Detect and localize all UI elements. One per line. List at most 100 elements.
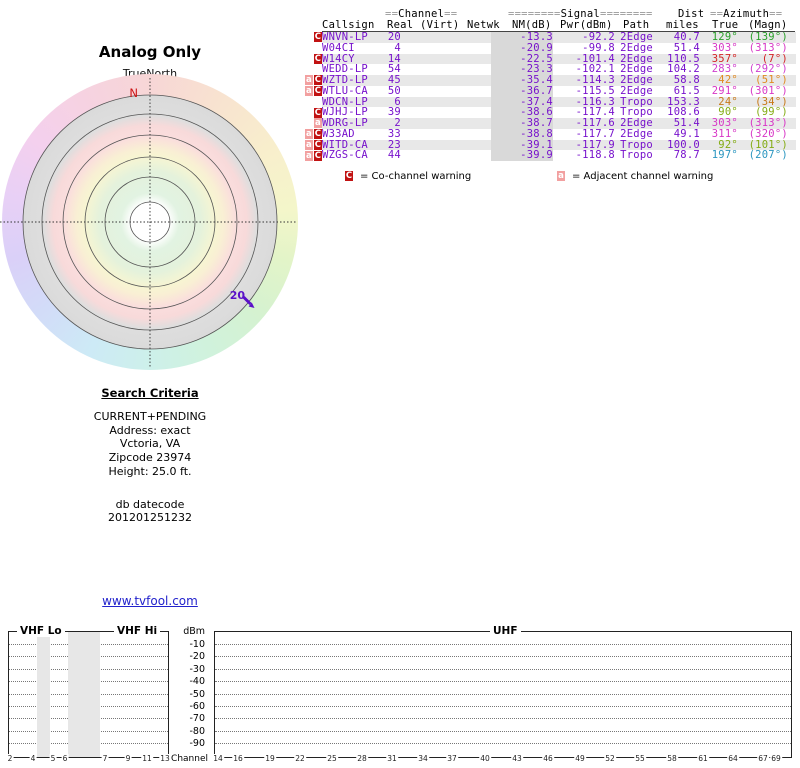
y-tick: -40 xyxy=(189,676,205,688)
adjacent-warning-badge: a xyxy=(305,86,313,97)
col-real: Real xyxy=(387,19,414,31)
power: -117.7 xyxy=(575,127,615,140)
table-row[interactable]: W04CI 4 -20.9 -99.8 2Edge 51.4 303° (313°) xyxy=(305,41,800,54)
uhf-channel-tick: 43 xyxy=(511,754,523,763)
col-nm: NM(dB) xyxy=(512,19,552,31)
uhf-panel xyxy=(214,631,792,758)
distance-miles: 61.5 xyxy=(673,84,700,97)
cochannel-warning-badge: C xyxy=(314,86,322,97)
azimuth-magnetic: (320°) xyxy=(748,127,788,140)
gridline xyxy=(215,668,791,670)
uhf-channel-tick: 61 xyxy=(697,754,709,763)
adjacent-warning-badge: a xyxy=(305,139,313,150)
cochannel-warning-badge: C xyxy=(314,150,322,161)
path: 2Edge xyxy=(620,84,653,97)
uhf-channel-tick: 64 xyxy=(727,754,739,763)
vhf-channel-tick: 11 xyxy=(141,754,153,763)
uhf-channel-tick: 31 xyxy=(386,754,398,763)
radar-overlay: N 20 xyxy=(0,78,297,368)
y-tick: -20 xyxy=(189,651,205,663)
tvfool-link[interactable]: www.tvfool.com xyxy=(102,594,198,608)
cochannel-legend-text: = Co-channel warning xyxy=(360,171,472,182)
table-row[interactable]: aC W33AD 33 -38.8 -117.7 2Edge 49.1 311° (320°) xyxy=(305,127,800,140)
footer: www.tvfool.com xyxy=(0,590,300,609)
search-line-address: Address: exact xyxy=(109,423,191,437)
real-channel: 33 xyxy=(387,127,401,140)
uhf-channel-tick: 28 xyxy=(356,754,368,763)
dbm-axis-label: dBm xyxy=(183,626,205,637)
col-pwr: Pwr(dBm) xyxy=(560,19,613,31)
azimuth-magnetic: (313°) xyxy=(748,41,788,54)
table-row[interactable]: aC WTLU-CA 50 -36.7 -115.5 2Edge 61.5 291° (301… xyxy=(305,84,800,97)
uhf-channel-tick: 14 xyxy=(212,754,224,763)
search-criteria: Search Criteria CURRENT+PENDING Address:… xyxy=(30,386,270,525)
uhf-channel-tick: 34 xyxy=(417,754,429,763)
warning-badges: C xyxy=(305,32,322,43)
callsign: W04CI xyxy=(322,41,355,54)
warning-badges xyxy=(305,64,322,75)
distance-miles: 49.1 xyxy=(673,127,700,140)
vhf-hi-label: VHF Hi xyxy=(114,625,161,637)
noise-margin: -20.9 xyxy=(491,42,553,54)
radar-plot: Analog Only TrueNorth N 20 xyxy=(0,0,300,380)
station-table: C WNVN-LP 20 -13.3 -92.2 2Edge 40.7 129° (139°)… xyxy=(305,32,800,161)
uhf-channel-tick: 37 xyxy=(446,754,458,763)
uhf-channel-tick: 67 xyxy=(757,754,769,763)
warning-badges: C xyxy=(305,107,322,118)
y-tick: -10 xyxy=(189,639,205,650)
vhf-channel-tick: 4 xyxy=(29,754,37,763)
crosshair-lines xyxy=(0,78,297,368)
table-row[interactable]: aC WZGS-CA 44 -39.9 -118.8 Tropo 78.7 197° (207… xyxy=(305,150,800,161)
adjacent-warning-badge: a xyxy=(314,118,322,129)
azimuth-true: 291° xyxy=(711,84,738,97)
adjacent-warning-badge: a xyxy=(305,75,313,86)
path: Tropo xyxy=(620,149,653,162)
vhf-lo-label: VHF Lo xyxy=(17,625,65,637)
vhf-channel-tick: 5 xyxy=(49,754,57,763)
gridline xyxy=(215,730,791,732)
cochannel-warning-badge: C xyxy=(314,53,322,64)
station-marker-ch20: 20 xyxy=(230,289,255,308)
channel-6-shaded-band xyxy=(68,632,100,757)
path: 2Edge xyxy=(620,41,653,54)
adjacent-warning-badge: a xyxy=(305,129,313,140)
search-line-height: Height: 25.0 ft. xyxy=(108,464,192,478)
gridline xyxy=(215,681,791,683)
uhf-channel-tick: 22 xyxy=(294,754,306,763)
channel-signal-chart: VHF Lo VHF Hi UHF dBm -10 -20 -30 -40 -5… xyxy=(0,625,800,768)
station-marker-label: 20 xyxy=(230,289,246,302)
search-line-zipcode: Zipcode 23974 xyxy=(108,451,192,465)
uhf-channel-tick: 19 xyxy=(264,754,276,763)
vhf-panel xyxy=(8,631,169,758)
y-tick: -30 xyxy=(189,663,205,675)
search-line-mode: CURRENT+PENDING xyxy=(93,410,207,423)
real-channel: 44 xyxy=(387,149,401,162)
search-criteria-title: Search Criteria xyxy=(101,386,199,400)
adjacent-legend-badge: a xyxy=(557,171,565,181)
noise-margin: -38.8 xyxy=(491,128,553,140)
cochannel-legend-badge: C xyxy=(345,171,353,181)
uhf-channel-tick: 69 xyxy=(770,754,782,763)
callsign: W33AD xyxy=(322,127,355,140)
cochannel-warning-badge: C xyxy=(314,32,322,43)
path: 2Edge xyxy=(620,127,653,140)
cochannel-warning-badge: C xyxy=(314,107,322,118)
col-callsign: Callsign xyxy=(322,19,375,31)
adjacent-warning-badge: a xyxy=(305,150,313,161)
cochannel-warning-badge: C xyxy=(314,129,322,140)
tvfool-report: Analog Only TrueNorth N 20 xyxy=(0,0,800,768)
warning-legend: C = Co-channel warning a = Adjacent chan… xyxy=(0,170,800,184)
noise-margin: -39.9 xyxy=(491,150,553,161)
uhf-channel-tick: 55 xyxy=(634,754,646,763)
vhf-channel-tick: 6 xyxy=(61,754,69,763)
uhf-channel-tick: 49 xyxy=(574,754,586,763)
callsign: WZGS-CA xyxy=(322,149,369,162)
uhf-label: UHF xyxy=(490,625,521,637)
azimuth-true: 303° xyxy=(711,41,738,54)
real-channel: 50 xyxy=(387,84,401,97)
uhf-channel-tick: 52 xyxy=(604,754,616,763)
channel-4-shaded-band xyxy=(37,632,50,757)
uhf-channel-tick: 58 xyxy=(666,754,678,763)
col-true: True xyxy=(712,19,739,31)
north-marker: N xyxy=(129,86,138,100)
